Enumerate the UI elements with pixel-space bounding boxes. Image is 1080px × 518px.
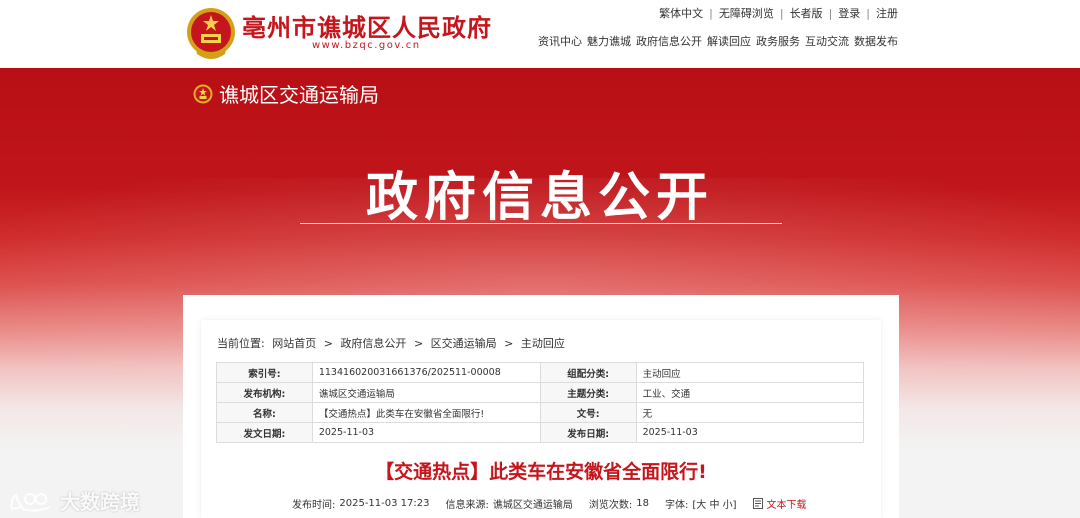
breadcrumb-home[interactable]: 网站首页 xyxy=(272,337,316,350)
separator: | xyxy=(779,6,784,20)
department-header: 谯城区交通运输局 xyxy=(193,79,379,108)
nav-interpretation[interactable]: 解读回应 xyxy=(707,33,751,49)
table-row: 名称: 【交通热点】此类车在安徽省全面限行! 文号: 无 xyxy=(216,402,865,423)
link-elder-version[interactable]: 长者版 xyxy=(790,5,823,21)
nav-data-release[interactable]: 数据发布 xyxy=(854,33,898,49)
document-icon xyxy=(752,498,763,509)
watermark-text: 大数跨境 xyxy=(60,490,140,514)
nav-news-center[interactable]: 资讯中心 xyxy=(538,33,582,49)
table-row: 索引号: 11341602003166137​6/202511-00008 组配… xyxy=(216,362,865,383)
document-meta-table: 索引号: 11341602003166137​6/202511-00008 组配… xyxy=(216,362,865,443)
article-meta: 发布时间: 2025-11-03 17:23 信息来源: 谯城区交通运输局 浏览… xyxy=(292,496,807,511)
nav-gov-services[interactable]: 政务服务 xyxy=(756,33,800,49)
national-emblem-icon[interactable] xyxy=(185,6,237,62)
nav-charm-qiaocheng[interactable]: 魅力谯城 xyxy=(587,33,631,49)
content-card: 当前位置: 网站首页 > 政府信息公开 > 区交通运输局 > 主动回应 索引号:… xyxy=(183,295,899,518)
article-title: 【交通热点】此类车在安徽省全面限行! xyxy=(375,461,707,483)
meta-value: 主动回应 xyxy=(635,362,865,383)
site-header: 亳州市谯城区人民政府 www.bzqc.gov.cn 繁体中文 | 无障碍浏览 … xyxy=(0,0,1080,68)
text-download-link[interactable]: 文本下载 xyxy=(767,496,807,511)
meta-key: 索引号: xyxy=(216,362,313,383)
publish-time: 2025-11-03 17:23 xyxy=(339,498,430,509)
breadcrumb-active-response[interactable]: 主动回应 xyxy=(521,337,565,350)
meta-key: 组配分类: xyxy=(539,362,637,383)
department-name[interactable]: 谯城区交通运输局 xyxy=(219,79,379,108)
meta-value: 2025-11-03 xyxy=(635,422,865,443)
meta-key: 文号: xyxy=(539,402,637,423)
separator: | xyxy=(866,6,870,20)
separator: | xyxy=(828,6,833,20)
meta-value: 11341602003166137​6/202511-00008 xyxy=(311,362,541,383)
nav-gov-info-disclosure[interactable]: 政府信息公开 xyxy=(636,33,702,49)
meta-value: 无 xyxy=(635,402,865,423)
content-panel: 当前位置: 网站首页 > 政府信息公开 > 区交通运输局 > 主动回应 索引号:… xyxy=(201,320,881,518)
meta-value: 工业、交通 xyxy=(635,382,865,403)
separator: | xyxy=(709,6,713,20)
breadcrumb-transport-bureau[interactable]: 区交通运输局 xyxy=(431,337,497,350)
meta-key: 主题分类: xyxy=(539,382,637,403)
breadcrumb: 当前位置: 网站首页 > 政府信息公开 > 区交通运输局 > 主动回应 xyxy=(217,335,569,351)
meta-value: 2025-11-03 xyxy=(311,422,541,443)
meta-value: 【交通热点】此类车在安徽省全面限行! xyxy=(311,402,541,423)
source-label: 信息来源: xyxy=(445,500,489,511)
link-register[interactable]: 注册 xyxy=(876,5,898,21)
watermark: 大数跨境 xyxy=(8,486,140,515)
breadcrumb-sep: > xyxy=(413,337,424,350)
font-size-controls[interactable]: [大 中 小] xyxy=(692,496,736,511)
main-nav: 资讯中心 魅力谯城 政府信息公开 解读回应 政务服务 互动交流 数据发布 xyxy=(538,33,898,49)
views-count: 18 xyxy=(636,498,649,509)
publish-time-label: 发布时间: xyxy=(292,500,336,511)
banner-title: 政府信息公开 xyxy=(365,168,714,228)
breadcrumb-sep: > xyxy=(323,337,333,350)
source: 谯城区交通运输局 xyxy=(492,500,573,511)
breadcrumb-gov-info[interactable]: 政府信息公开 xyxy=(340,337,406,350)
site-title[interactable]: 亳州市谯城区人民政府 xyxy=(242,8,492,43)
watermark-logo-icon xyxy=(10,492,51,512)
meta-key: 发文日期: xyxy=(216,422,313,443)
nav-interaction[interactable]: 互动交流 xyxy=(805,33,849,49)
banner-divider xyxy=(300,223,782,224)
meta-key: 名称: xyxy=(216,402,313,423)
link-accessibility[interactable]: 无障碍浏览 xyxy=(719,5,774,21)
views-label: 浏览次数: xyxy=(588,500,633,511)
font-size-label: 字体: xyxy=(664,500,689,511)
utility-links: 繁体中文 | 无障碍浏览 | 长者版 | 登录 | 注册 xyxy=(659,5,898,21)
meta-key: 发布日期: xyxy=(539,422,637,443)
link-login[interactable]: 登录 xyxy=(838,5,860,21)
site-url: www.bzqc.gov.cn xyxy=(312,40,421,51)
meta-key: 发布机构: xyxy=(216,382,313,403)
department-emblem-icon xyxy=(193,84,213,103)
meta-value: 谯城区交通运输局 xyxy=(311,382,541,403)
table-row: 发文日期: 2025-11-03 发布日期: 2025-11-03 xyxy=(216,422,865,443)
link-traditional-chinese[interactable]: 繁体中文 xyxy=(659,5,703,21)
table-row: 发布机构: 谯城区交通运输局 主题分类: 工业、交通 xyxy=(216,382,865,403)
breadcrumb-sep: > xyxy=(504,337,514,350)
breadcrumb-label: 当前位置: xyxy=(217,337,265,350)
